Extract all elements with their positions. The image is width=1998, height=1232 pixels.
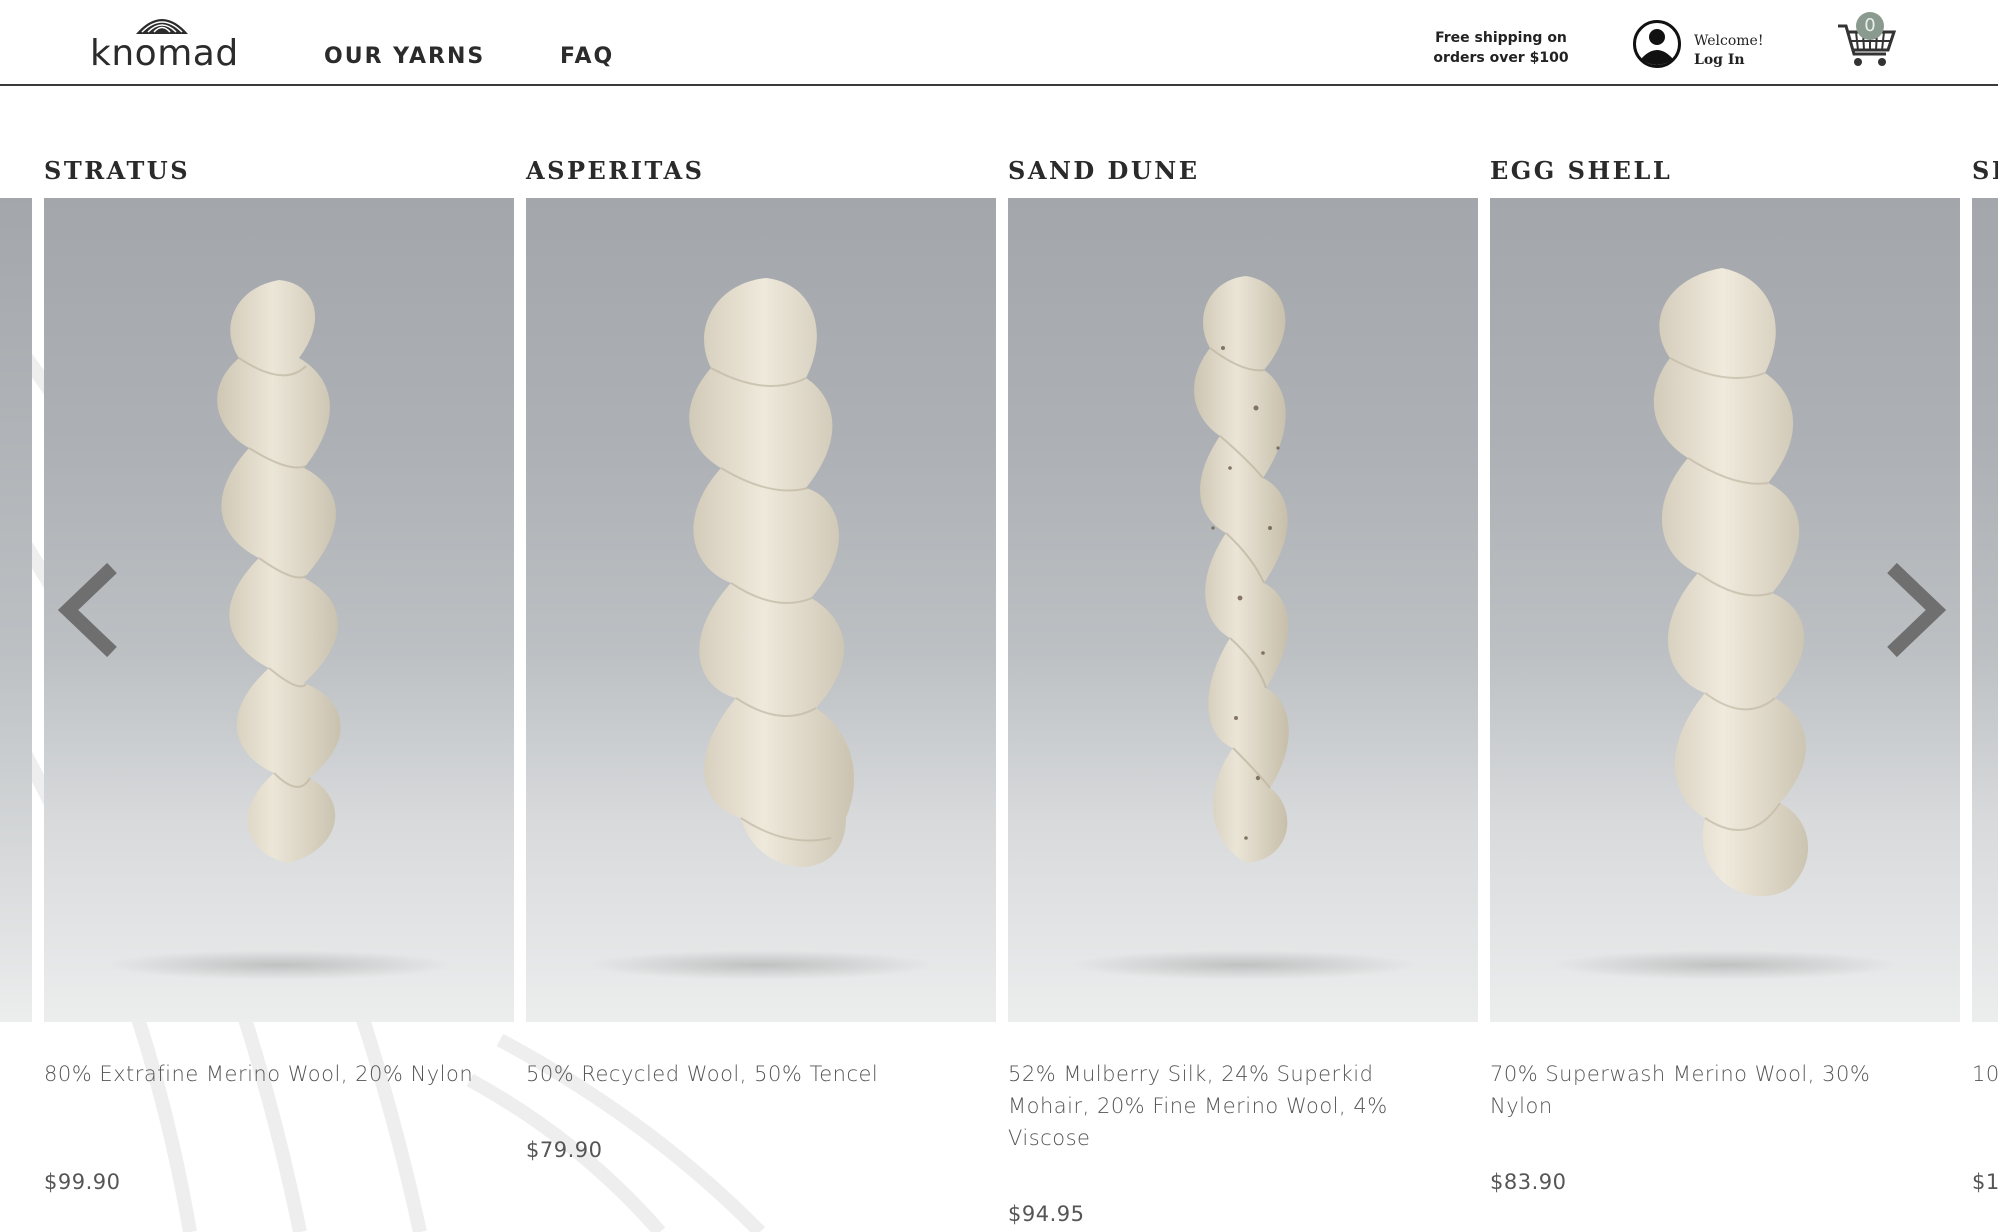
product-price: $79.90 [526,1138,603,1162]
user-circle-icon[interactable] [1632,19,1682,69]
product-description: 50% Recycled Wool, 50% Tencel [526,1062,879,1086]
product-description: 70% Superwash Merino Wool, 30% Nylon [1490,1062,1871,1118]
product-price: $94.95 [1008,1202,1085,1226]
account-link[interactable]: Welcome! Log In [1694,32,1763,70]
yarn-skein-image [689,278,855,867]
chevron-left-icon[interactable] [56,560,126,660]
cart-button[interactable]: 0 [1836,12,1896,68]
product-name[interactable]: SAND DUNE [1008,156,1200,185]
product-price: $83.90 [1490,1170,1567,1194]
previous-card-peek [0,198,32,1022]
nav-faq[interactable]: FAQ [560,44,614,69]
site-header: knomad OUR YARNS FAQ Free shipping on or… [0,0,1998,86]
next-card-peek[interactable]: SP 10 GO $1( [1972,150,1998,1232]
product-description: 10 GO [1972,1062,1998,1086]
product-card[interactable]: ASPERITAS 50% Recycled Wool, 50% Tencel … [526,150,996,1232]
welcome-text: Welcome! [1694,33,1764,49]
product-image[interactable] [526,198,996,1022]
logo-text: knomad [90,33,239,74]
shipping-line-2: orders over $100 [1433,50,1569,66]
product-description: 52% Mulberry Silk, 24% Superkid Mohair, … [1008,1062,1388,1150]
product-image[interactable] [1972,198,1998,1022]
product-card[interactable]: SAND DUNE 52% Mulberry Silk, 24% Superki… [1008,150,1478,1232]
product-carousel: STRATUS 80% Extrafine Merino Wool, 20% N… [0,150,1998,1232]
product-name[interactable]: EGG SHELL [1490,156,1672,185]
login-link[interactable]: Log In [1694,51,1763,70]
product-description: 80% Extrafine Merino Wool, 20% Nylon [44,1062,474,1086]
cart-count-badge: 0 [1856,12,1884,40]
product-card[interactable]: EGG SHELL 70% Superwash Merino Wool, 30%… [1490,150,1960,1232]
logo[interactable]: knomad [90,10,238,74]
product-name[interactable]: SP [1972,156,1998,185]
product-image[interactable] [1008,198,1478,1022]
chevron-right-icon[interactable] [1878,560,1948,660]
shipping-line-1: Free shipping on [1435,30,1567,46]
yarn-skein-image [1194,276,1289,863]
nav-our-yarns[interactable]: OUR YARNS [324,44,485,69]
product-card[interactable]: STRATUS 80% Extrafine Merino Wool, 20% N… [44,150,514,1232]
product-name[interactable]: STRATUS [44,156,190,185]
product-price: $1( [1972,1170,1998,1194]
free-shipping-notice: Free shipping on orders over $100 [1420,28,1582,68]
product-price: $99.90 [44,1170,121,1194]
product-name[interactable]: ASPERITAS [526,156,704,185]
